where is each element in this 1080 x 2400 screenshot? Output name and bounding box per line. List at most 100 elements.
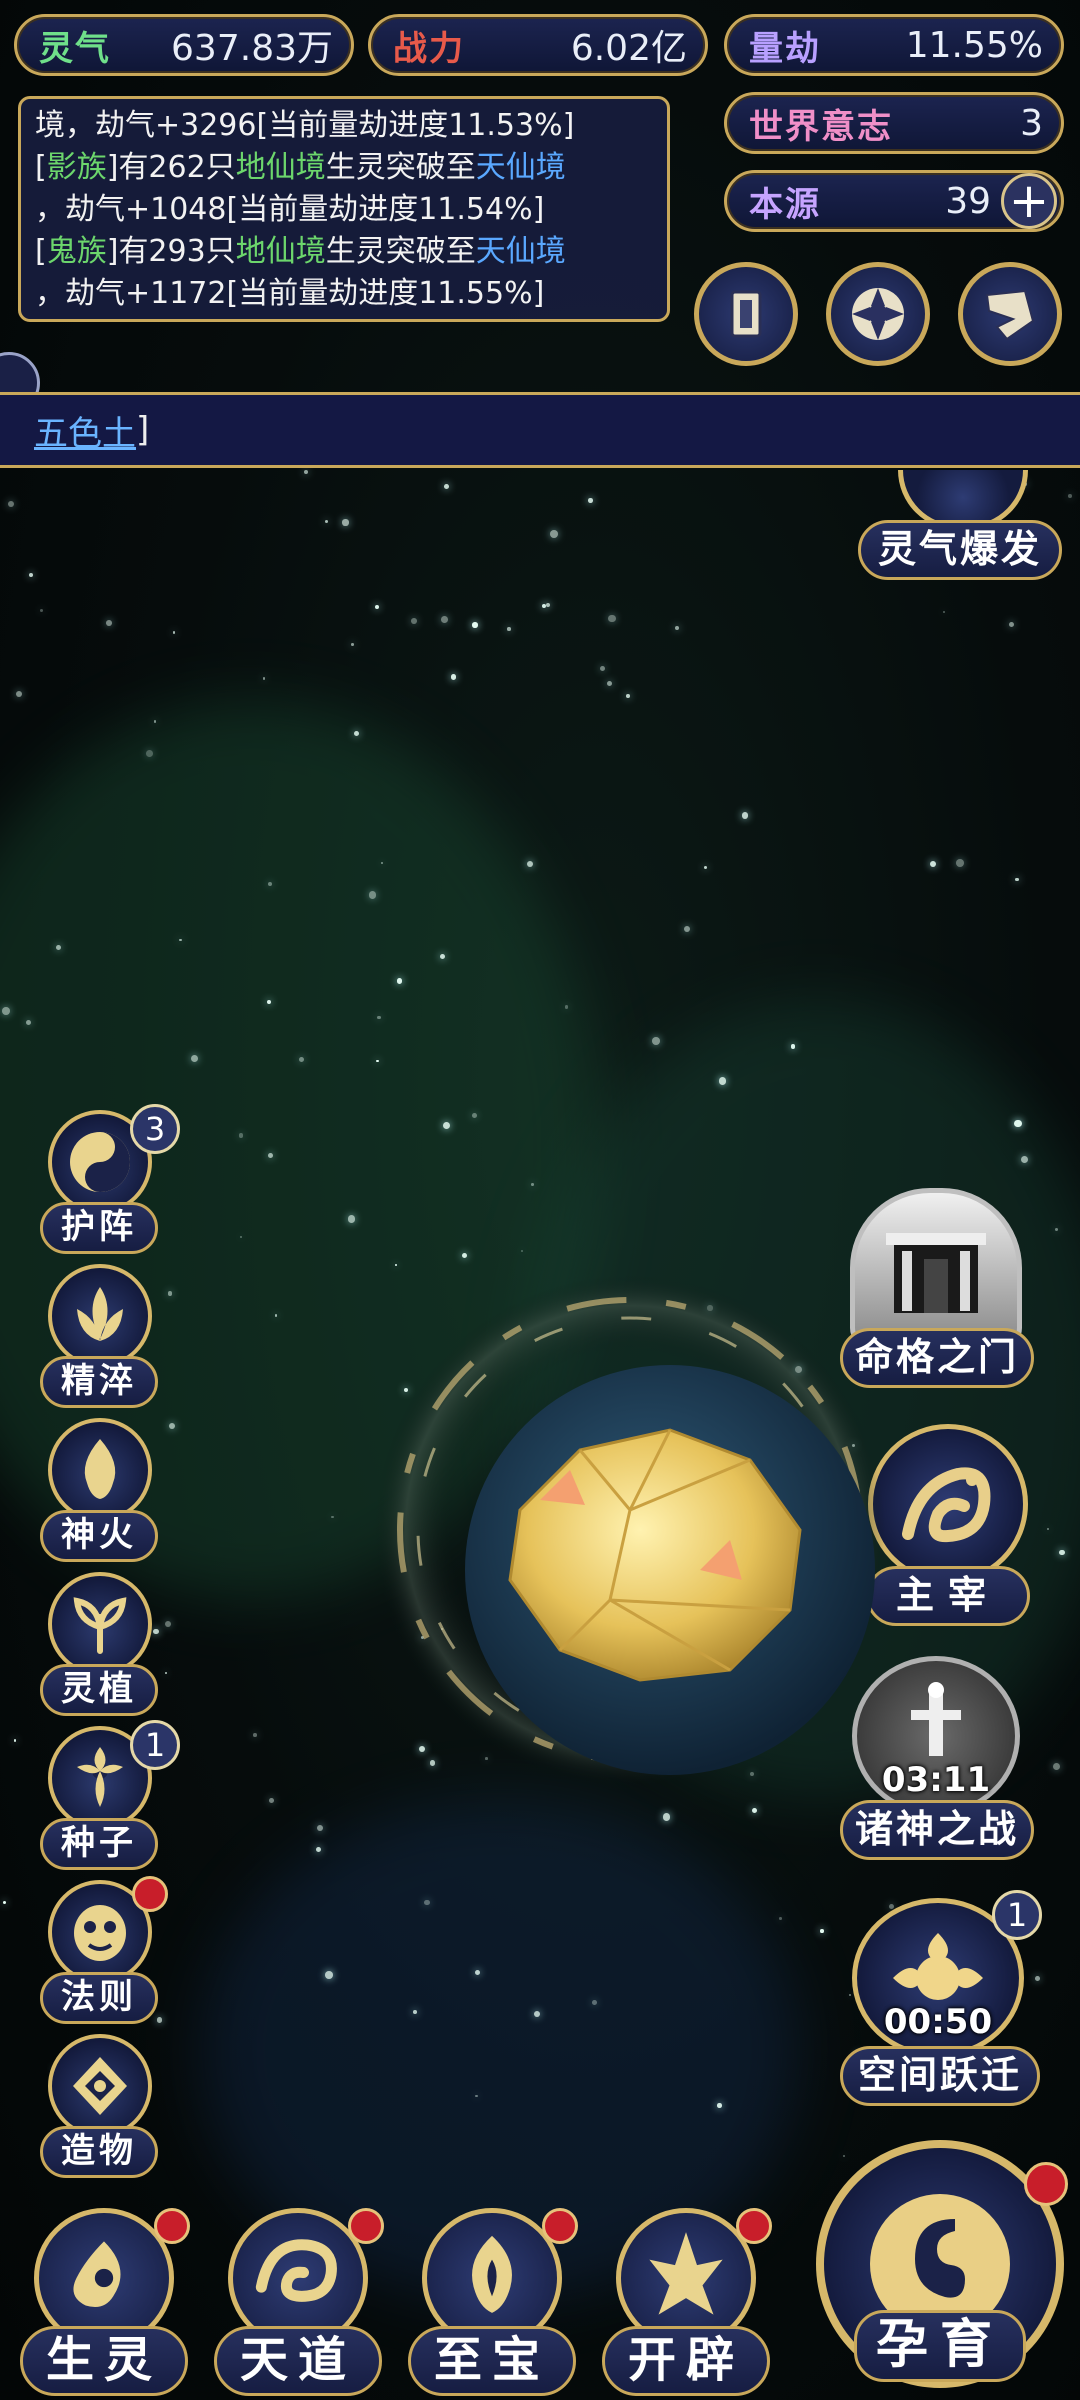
star bbox=[626, 694, 631, 698]
left-menu-jingcui-button[interactable]: 精淬 bbox=[34, 1264, 164, 1414]
liangjie-stat[interactable]: 量劫 11.55% bbox=[724, 14, 1064, 76]
star bbox=[564, 1005, 568, 1009]
kongjian-label: 空间跃迁 bbox=[840, 2046, 1040, 2106]
star bbox=[262, 677, 265, 680]
bottom-nav-zhibao-label: 至宝 bbox=[408, 2326, 576, 2396]
star bbox=[955, 859, 964, 868]
dragon-icon bbox=[868, 1424, 1028, 1584]
bottom-nav-tiandao-button[interactable]: 天道 bbox=[206, 2200, 386, 2400]
bottom-nav-shengling-alert-dot bbox=[154, 2208, 190, 2244]
yunyu-alert-dot bbox=[1024, 2162, 1068, 2206]
liangjie-value: 11.55% bbox=[905, 24, 1043, 66]
star bbox=[550, 529, 559, 538]
lingqi-label: 灵气 bbox=[39, 28, 111, 69]
star bbox=[15, 690, 22, 698]
bottom-nav-shengling-button[interactable]: 生灵 bbox=[12, 2200, 192, 2400]
zhanli-stat: 战力 6.02亿 bbox=[368, 14, 708, 76]
shijieyizhi-value: 3 bbox=[1020, 102, 1043, 144]
bottom-nav-zhibao-alert-dot bbox=[542, 2208, 578, 2244]
kongjian-jump-button[interactable]: 00:50 空间跃迁 1 bbox=[836, 1890, 1046, 2120]
left-menu-faze-button[interactable]: 法则 bbox=[34, 1876, 168, 2030]
star bbox=[606, 680, 613, 686]
star bbox=[440, 616, 448, 624]
ticker-link[interactable]: 五色土 bbox=[34, 406, 136, 455]
star bbox=[526, 860, 533, 868]
benyuan-stat: 本源 39 + bbox=[724, 170, 1064, 232]
star bbox=[167, 1290, 173, 1296]
left-menu-zaowu-button[interactable]: 造物 bbox=[34, 2034, 164, 2184]
star bbox=[268, 1798, 274, 1804]
left-menu-shenhuo-button[interactable]: 神火 bbox=[34, 1418, 164, 1568]
star bbox=[303, 470, 309, 475]
lingqi-burst-button[interactable]: 灵气爆发 bbox=[858, 470, 1068, 590]
left-menu-shenhuo-label: 神火 bbox=[40, 1510, 158, 1562]
star bbox=[146, 749, 153, 757]
ticker-bracket: ] bbox=[136, 410, 150, 450]
star bbox=[546, 603, 551, 608]
left-menu-lingzhi-label: 灵植 bbox=[40, 1664, 158, 1716]
star bbox=[1020, 1156, 1028, 1164]
star bbox=[651, 1037, 660, 1045]
benyuan-add-button[interactable]: + bbox=[1001, 173, 1057, 229]
left-menu-zaowu-label: 造物 bbox=[40, 2126, 158, 2178]
left-menu-zhongzi-button[interactable]: 种子 1 bbox=[34, 1720, 180, 1876]
star bbox=[316, 1824, 323, 1831]
star bbox=[1054, 1227, 1058, 1231]
crest-icon bbox=[48, 2034, 152, 2138]
bottom-nav-kaipi-button[interactable]: 开辟 bbox=[594, 2200, 774, 2400]
scroll-button[interactable] bbox=[958, 262, 1062, 366]
star bbox=[531, 1183, 534, 1186]
kongjian-badge: 1 bbox=[992, 1890, 1042, 1940]
star bbox=[8, 500, 15, 507]
left-menu-zhongzi-label: 种子 bbox=[40, 1818, 158, 1870]
star bbox=[377, 1015, 381, 1020]
star bbox=[164, 1620, 171, 1627]
plant-icon bbox=[48, 1572, 152, 1676]
star bbox=[55, 945, 61, 951]
card-button[interactable] bbox=[694, 262, 798, 366]
star bbox=[298, 1056, 304, 1062]
star bbox=[439, 953, 446, 960]
zhanli-label: 战力 bbox=[393, 28, 465, 69]
star bbox=[592, 2000, 597, 2006]
left-menu-zhongzi-badge: 1 bbox=[130, 1720, 180, 1770]
star bbox=[703, 865, 707, 869]
star bbox=[1009, 621, 1015, 628]
star bbox=[662, 1813, 671, 1821]
star bbox=[376, 1059, 379, 1062]
benyuan-value: 39 bbox=[945, 180, 991, 222]
log-line-3: ，劫气+1048[当前量劫进度11.54%] bbox=[35, 192, 545, 227]
star bbox=[1014, 1119, 1022, 1128]
log-line-5: ，劫气+1172[当前量劫进度11.55%] bbox=[35, 276, 545, 311]
lingqi-burst-label: 灵气爆发 bbox=[858, 520, 1062, 580]
star bbox=[274, 1314, 278, 1317]
star bbox=[325, 520, 329, 524]
zhushen-label: 诸神之战 bbox=[840, 1800, 1034, 1860]
star bbox=[741, 812, 749, 820]
left-menu-jingcui-label: 精淬 bbox=[40, 1356, 158, 1408]
news-ticker[interactable]: 五色土 ] bbox=[0, 392, 1080, 468]
log-line-1: 境，劫气+3296[当前量劫进度11.53%] bbox=[35, 108, 575, 143]
star bbox=[1, 1006, 10, 1015]
star bbox=[587, 498, 593, 504]
left-menu-huzhen-button[interactable]: 护阵 3 bbox=[34, 1104, 180, 1260]
left-menu-lingzhi-button[interactable]: 灵植 bbox=[34, 1572, 164, 1722]
vortex-button[interactable] bbox=[826, 262, 930, 366]
world-planet[interactable] bbox=[370, 1270, 890, 1790]
yunyu-button[interactable]: 孕育 bbox=[810, 2140, 1070, 2398]
star bbox=[396, 977, 403, 984]
shijieyizhi-stat[interactable]: 世界意志 3 bbox=[724, 92, 1064, 154]
bottom-nav-tiandao-alert-dot bbox=[348, 2208, 384, 2244]
star bbox=[411, 618, 417, 624]
card-icon bbox=[730, 290, 762, 338]
kongjian-timer: 00:50 bbox=[883, 2002, 993, 2042]
liangjie-label: 量劫 bbox=[749, 28, 821, 69]
star bbox=[172, 631, 176, 634]
star bbox=[443, 484, 449, 490]
bottom-nav-zhibao-button[interactable]: 至宝 bbox=[400, 2200, 580, 2400]
log-line-2: [影族]有262只地仙境生灵突破至天仙境 bbox=[35, 150, 566, 185]
zhanli-value: 6.02亿 bbox=[570, 28, 687, 69]
event-log-panel[interactable]: 境，劫气+3296[当前量劫进度11.53%] [影族]有262只地仙境生灵突破… bbox=[18, 96, 670, 322]
star bbox=[471, 1112, 477, 1118]
star bbox=[942, 610, 946, 614]
